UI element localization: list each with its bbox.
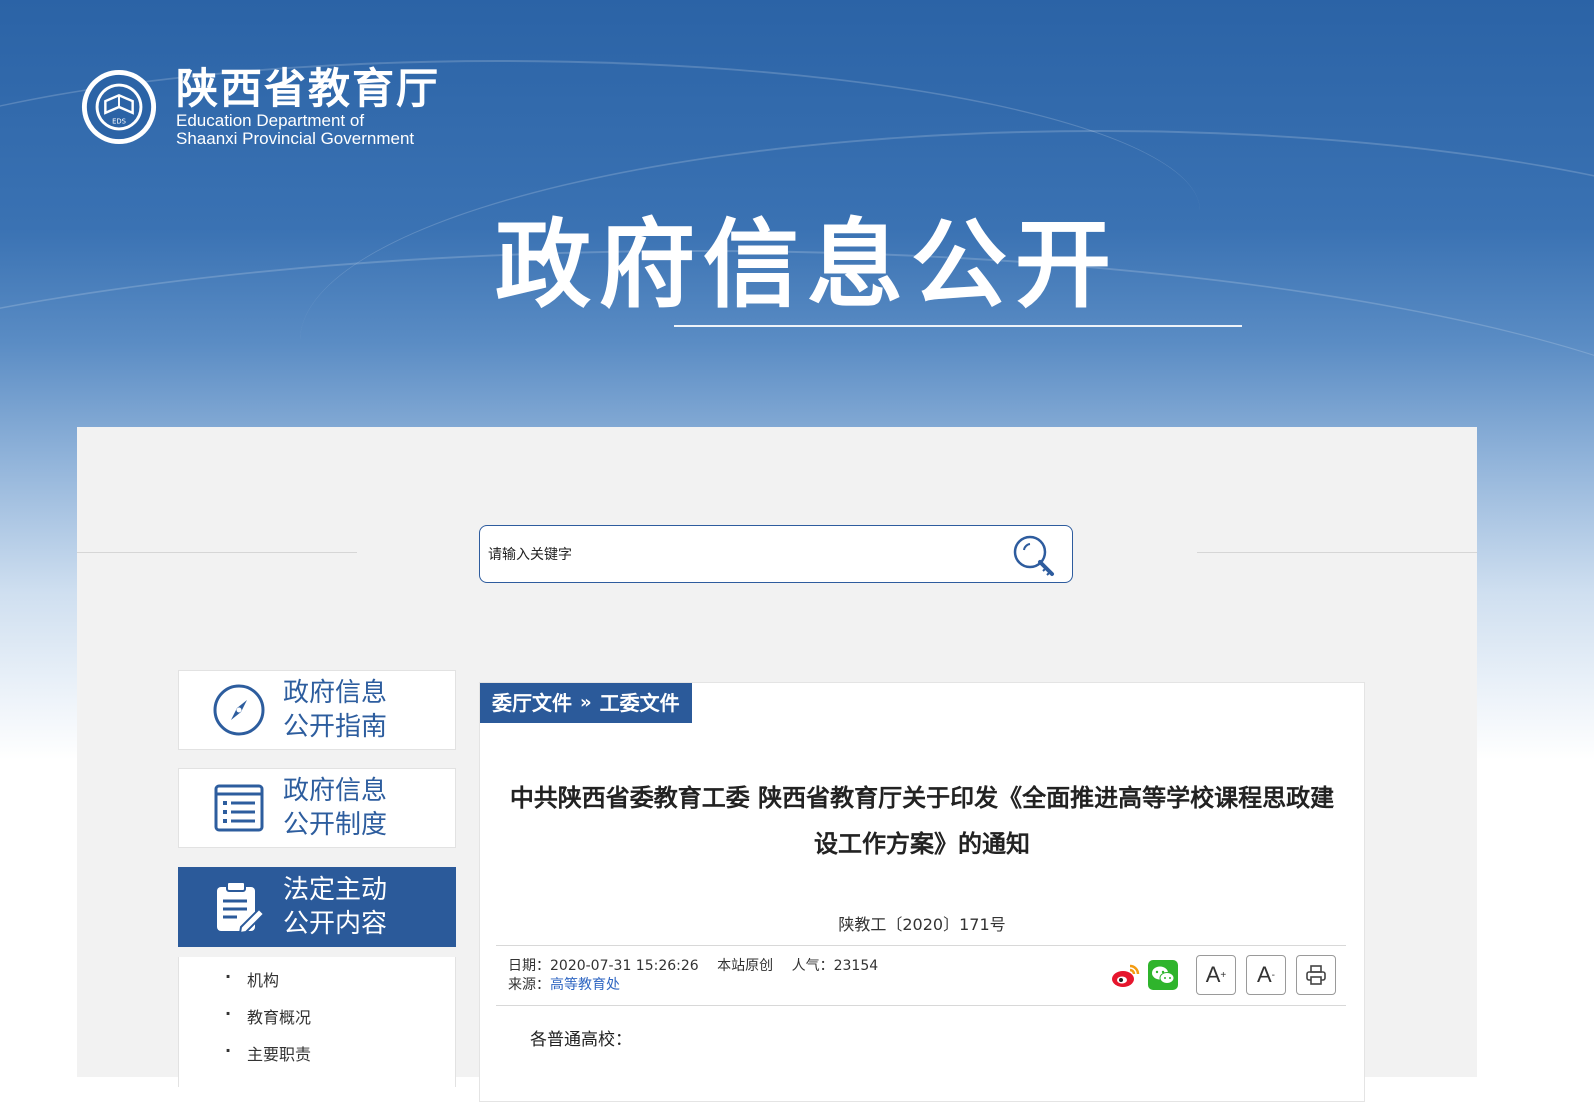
divider — [496, 945, 1346, 946]
divider — [1197, 552, 1477, 553]
font-decrease-label: A — [1256, 962, 1272, 987]
content-panel: 政府信息 公开指南 政府信息 公开制度 法定主动 公开内容 — [77, 427, 1477, 1102]
emblem-icon: EDS — [81, 69, 157, 145]
article-panel: 委厅文件 » 工委文件 中共陕西省委教育工委 陕西省教育厅关于印发《全面推进高等… — [479, 682, 1365, 1102]
breadcrumb-item[interactable]: 工委文件 — [600, 683, 680, 723]
sidebar-item-label: 公开指南 — [283, 712, 388, 742]
sidebar-item-label: 公开内容 — [283, 909, 388, 939]
org-name-cn: 陕西省教育厅 — [176, 64, 441, 113]
font-increase-label: A — [1205, 962, 1221, 987]
org-name-en-1: Education Department of — [176, 111, 365, 130]
print-button[interactable] — [1296, 955, 1336, 995]
article-greeting: 各普通高校： — [530, 1030, 632, 1050]
org-name-en-2: Shaanxi Provincial Government — [176, 129, 415, 148]
sidebar-sub-list: 机构 教育概况 主要职责 — [178, 957, 456, 1087]
search-box — [479, 525, 1073, 583]
sub-item-duties[interactable]: 主要职责 — [225, 1041, 311, 1065]
sidebar-item-label: 政府信息 — [283, 678, 388, 708]
date-label: 日期： — [508, 958, 550, 974]
source-label: 来源： — [508, 977, 550, 993]
sidebar-item-system[interactable]: 政府信息 公开制度 — [178, 768, 456, 848]
sidebar-item-statutory[interactable]: 法定主动 公开内容 — [178, 867, 456, 947]
publish-date: 2020-07-31 15:26:26 — [550, 958, 699, 974]
views-label: 人气： — [791, 958, 834, 974]
search-icon[interactable] — [1010, 532, 1056, 578]
breadcrumb: 委厅文件 » 工委文件 — [480, 683, 692, 723]
breadcrumb-separator: » — [580, 692, 592, 713]
title-underline — [674, 325, 1242, 327]
print-icon — [1306, 965, 1326, 985]
svg-text:EDS: EDS — [112, 118, 126, 126]
sidebar-item-label: 政府信息 — [283, 776, 388, 806]
breadcrumb-item[interactable]: 委厅文件 — [492, 683, 572, 723]
compass-icon — [213, 684, 265, 736]
document-number: 陕教工〔2020〕171号 — [838, 915, 1006, 934]
article-title-line: 中共陕西省委教育工委 陕西省教育厅关于印发《全面推进高等学校课程思政建 — [509, 784, 1335, 812]
list-icon — [214, 784, 264, 832]
search-input[interactable] — [486, 540, 990, 570]
article-meta: 日期：2020-07-31 15:26:26 本站原创 人气：23154 来源：… — [508, 957, 878, 995]
article-title-line: 设工作方案》的通知 — [814, 830, 1030, 858]
divider — [77, 552, 357, 553]
origin-text: 本站原创 — [717, 958, 774, 974]
sidebar-item-guide[interactable]: 政府信息 公开指南 — [178, 670, 456, 750]
sidebar-item-label: 法定主动 — [283, 875, 388, 905]
source-link[interactable]: 高等教育处 — [550, 977, 620, 993]
sub-item-jigou[interactable]: 机构 — [225, 967, 279, 991]
article-title: 中共陕西省委教育工委 陕西省教育厅关于印发《全面推进高等学校课程思政建 设工作方… — [480, 775, 1364, 867]
font-decrease-button[interactable]: A- — [1246, 955, 1286, 995]
weibo-icon[interactable] — [1110, 960, 1140, 990]
clipboard-edit-icon — [217, 881, 266, 935]
views-count: 23154 — [833, 958, 879, 974]
sub-item-overview[interactable]: 教育概况 — [225, 1004, 311, 1028]
font-increase-button[interactable]: A + — [1196, 955, 1236, 995]
wechat-icon[interactable] — [1148, 960, 1178, 990]
divider — [496, 1005, 1346, 1006]
site-logo[interactable]: EDS 陕西省教育厅 Education Department of Shaan… — [80, 66, 440, 148]
sidebar-item-label: 公开制度 — [283, 810, 388, 840]
page-title: 政府信息公开 — [495, 209, 1119, 321]
article-tools: A + A- — [1102, 955, 1336, 995]
